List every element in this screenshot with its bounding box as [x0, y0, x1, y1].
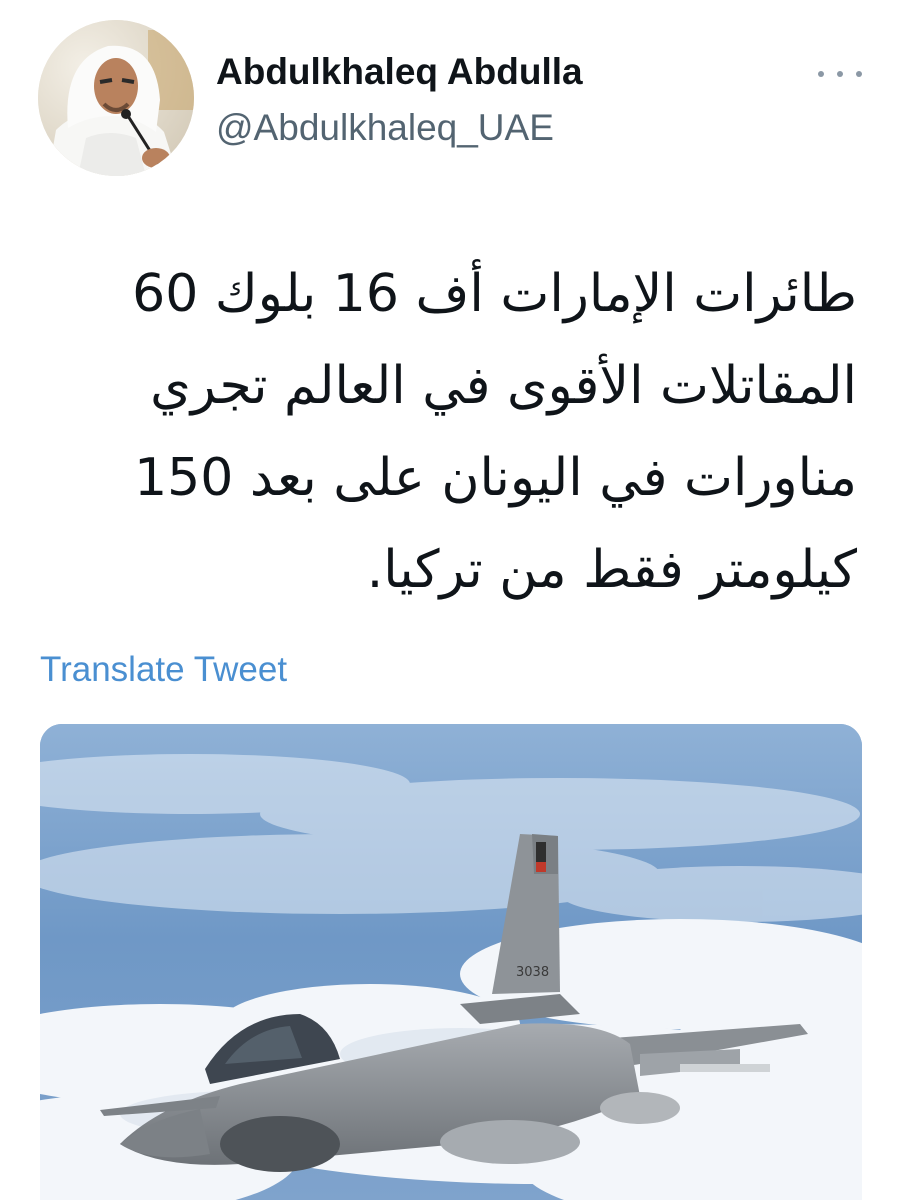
author-handle[interactable]: @Abdulkhaleq_UAE	[216, 106, 554, 150]
tweet-media-image[interactable]: 3038	[40, 724, 862, 1200]
tail-number-label: 3038	[516, 965, 549, 980]
more-options-button[interactable]	[818, 56, 862, 92]
more-dot-icon	[837, 71, 843, 77]
profile-photo-icon	[38, 20, 194, 176]
tweet-text: طائرات الإمارات أف 16 بلوك 60 المقاتلات …	[37, 248, 857, 616]
tweet-text-line: مناورات في اليونان على بعد 150	[134, 448, 857, 508]
more-dot-icon	[818, 71, 824, 77]
tweet-text-line: المقاتلات الأقوى في العالم تجري	[150, 356, 857, 416]
tweet-header: Abdulkhaleq Abdulla @Abdulkhaleq_UAE	[0, 0, 901, 200]
translate-tweet-link[interactable]: Translate Tweet	[40, 648, 287, 692]
tweet-text-line: كيلومتر فقط من تركيا.	[366, 540, 857, 600]
tweet-text-line: طائرات الإمارات أف 16 بلوك 60	[132, 264, 857, 324]
author-display-name[interactable]: Abdulkhaleq Abdulla	[216, 50, 583, 94]
more-dot-icon	[856, 71, 862, 77]
fighter-jet-photo-icon: 3038	[40, 724, 862, 1200]
avatar[interactable]	[38, 20, 194, 176]
